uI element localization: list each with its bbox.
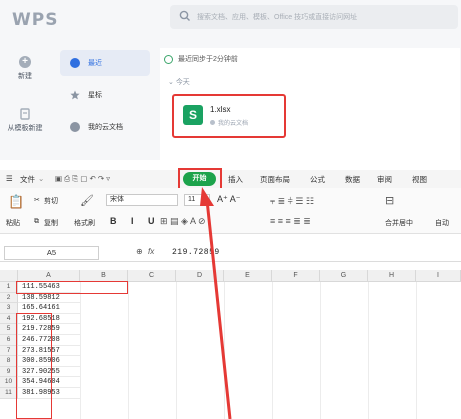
group-label-text: 今天 (175, 79, 190, 86)
new-button[interactable]: + 新建 (0, 56, 50, 81)
excel-icon: S (183, 105, 203, 125)
tab-insert[interactable]: 插入 (228, 174, 243, 185)
column-header[interactable]: G (320, 270, 368, 282)
recent-files-pane: 最近同步于2分钟前 ⌄ 今天 S 1.xlsx 我的云文档 (160, 48, 460, 160)
tab-formulas[interactable]: 公式 (310, 174, 325, 185)
recent-file-card[interactable]: S 1.xlsx 我的云文档 (172, 94, 286, 138)
new-label: 新建 (18, 73, 32, 80)
left-rail: + 新建 从模板新建 (0, 38, 50, 160)
search-icon (179, 10, 190, 21)
highlight-box-a4-a11 (16, 313, 52, 419)
align-top-icons[interactable]: ⫧ ≣ ⫩ ☰ ☷ (270, 196, 314, 207)
formula-bar: A5 ⊕ fx 219.72859 (0, 244, 461, 262)
paste-icon[interactable]: 📋 (8, 194, 24, 210)
new-from-template-button[interactable]: 从模板新建 (0, 108, 50, 133)
format-painter-button[interactable]: 格式刷 (74, 218, 95, 228)
file-location-text: 我的云文档 (218, 121, 249, 127)
border-icon[interactable]: ⊞ ▤ ◈ A ⊘ (160, 216, 206, 227)
sidebar-item-label: 我的云文档 (88, 124, 123, 131)
sidebar: 最近 星标 我的云文档 (60, 50, 150, 140)
format-painter-icon[interactable]: 🖌 (80, 194, 94, 207)
fx-icon[interactable]: fx (148, 247, 154, 256)
cloud-icon (210, 120, 215, 125)
tab-view[interactable]: 视图 (412, 174, 427, 185)
column-header[interactable]: F (272, 270, 320, 282)
cut-button[interactable]: 剪切 (44, 196, 58, 206)
sidebar-item-recent[interactable]: 最近 (60, 50, 150, 76)
row-header[interactable]: 2 (0, 292, 18, 304)
ribbon: 📋 粘贴 ✂ 剪切 ⧉ 复制 格式刷 🖌 宋体 11 A⁺ A⁻ B I U ⊞… (0, 188, 461, 234)
cell-grid[interactable]: A B C D E F G H I 1 111.55463 2 138.5981… (0, 270, 461, 419)
chevron-down-icon: ⌄ (168, 79, 176, 86)
copy-icon[interactable]: ⧉ (34, 218, 39, 226)
column-header[interactable]: H (368, 270, 416, 282)
auto-wrap-button[interactable]: 自动 (435, 218, 449, 228)
copy-button[interactable]: 复制 (44, 218, 58, 228)
column-header[interactable]: D (176, 270, 224, 282)
font-style-buttons[interactable]: B I U (110, 216, 161, 226)
tab-page-layout[interactable]: 页面布局 (260, 174, 290, 185)
search-input[interactable]: 搜索文档、应用、模板、Office 技巧或直接访问网址 (170, 5, 458, 29)
file-location: 我的云文档 (210, 118, 248, 127)
quick-access-icons[interactable]: ▣ ⎙ ⎘ ▢ ↶ ↷ ▿ (55, 174, 110, 184)
highlight-box-start (178, 168, 222, 190)
file-name: 1.xlsx (210, 105, 231, 114)
tab-data[interactable]: 数据 (345, 174, 360, 185)
plus-icon: + (19, 56, 31, 68)
menu-icon[interactable]: ☰ (6, 174, 13, 183)
search-placeholder: 搜索文档、应用、模板、Office 技巧或直接访问网址 (197, 14, 358, 21)
star-icon (70, 90, 80, 100)
zoom-icon[interactable]: ⊕ (136, 247, 143, 256)
spreadsheet-window: ☰ 文件 ⌄ ▣ ⎙ ⎘ ▢ ↶ ↷ ▿ 开始 插入 页面布局 公式 数据 审阅… (0, 168, 461, 419)
sidebar-item-cloud-docs[interactable]: 我的云文档 (60, 114, 150, 140)
font-size-select[interactable]: 11 (184, 194, 210, 206)
paste-button[interactable]: 粘贴 (6, 218, 20, 228)
font-name-select[interactable]: 宋体 (106, 194, 178, 206)
formula-input[interactable]: 219.72859 (172, 248, 220, 257)
wps-home-panel: WPS 搜索文档、应用、模板、Office 技巧或直接访问网址 + 新建 从模板… (0, 0, 461, 160)
sync-text: 最近同步于2分钟前 (178, 56, 238, 63)
highlight-box-a1 (16, 281, 128, 294)
new-from-template-label: 从模板新建 (7, 125, 43, 132)
merge-icon[interactable]: ⊟ (385, 194, 394, 207)
sidebar-item-starred[interactable]: 星标 (60, 82, 150, 108)
sync-status: 最近同步于2分钟前 (164, 54, 238, 64)
menu-bar: ☰ 文件 ⌄ ▣ ⎙ ⎘ ▢ ↶ ↷ ▿ 开始 插入 页面布局 公式 数据 审阅… (0, 168, 461, 190)
column-header[interactable]: I (416, 270, 461, 282)
align-icons[interactable]: ≡ ≡ ≡ ≣ ≣ (270, 216, 311, 227)
column-header[interactable]: E (224, 270, 272, 282)
column-header[interactable]: C (128, 270, 176, 282)
wps-logo: WPS (12, 10, 59, 30)
tab-review[interactable]: 审阅 (377, 174, 392, 185)
cell-a2[interactable]: 138.59812 (18, 293, 80, 304)
sidebar-item-label: 最近 (88, 60, 102, 67)
cloud-icon (70, 122, 80, 132)
sidebar-item-label: 星标 (88, 92, 102, 99)
sync-icon (164, 54, 173, 64)
group-label-today[interactable]: ⌄ 今天 (168, 77, 190, 87)
chevron-down-icon[interactable]: ⌄ (38, 174, 44, 183)
menu-file[interactable]: 文件 (20, 174, 35, 185)
clock-icon (70, 58, 80, 68)
name-box[interactable]: A5 (4, 246, 99, 260)
increase-font-icon[interactable]: A⁺ A⁻ (217, 194, 241, 205)
merge-center-button[interactable]: 合并居中 (385, 218, 413, 228)
template-icon (20, 108, 30, 120)
cut-icon[interactable]: ✂ (34, 196, 40, 204)
